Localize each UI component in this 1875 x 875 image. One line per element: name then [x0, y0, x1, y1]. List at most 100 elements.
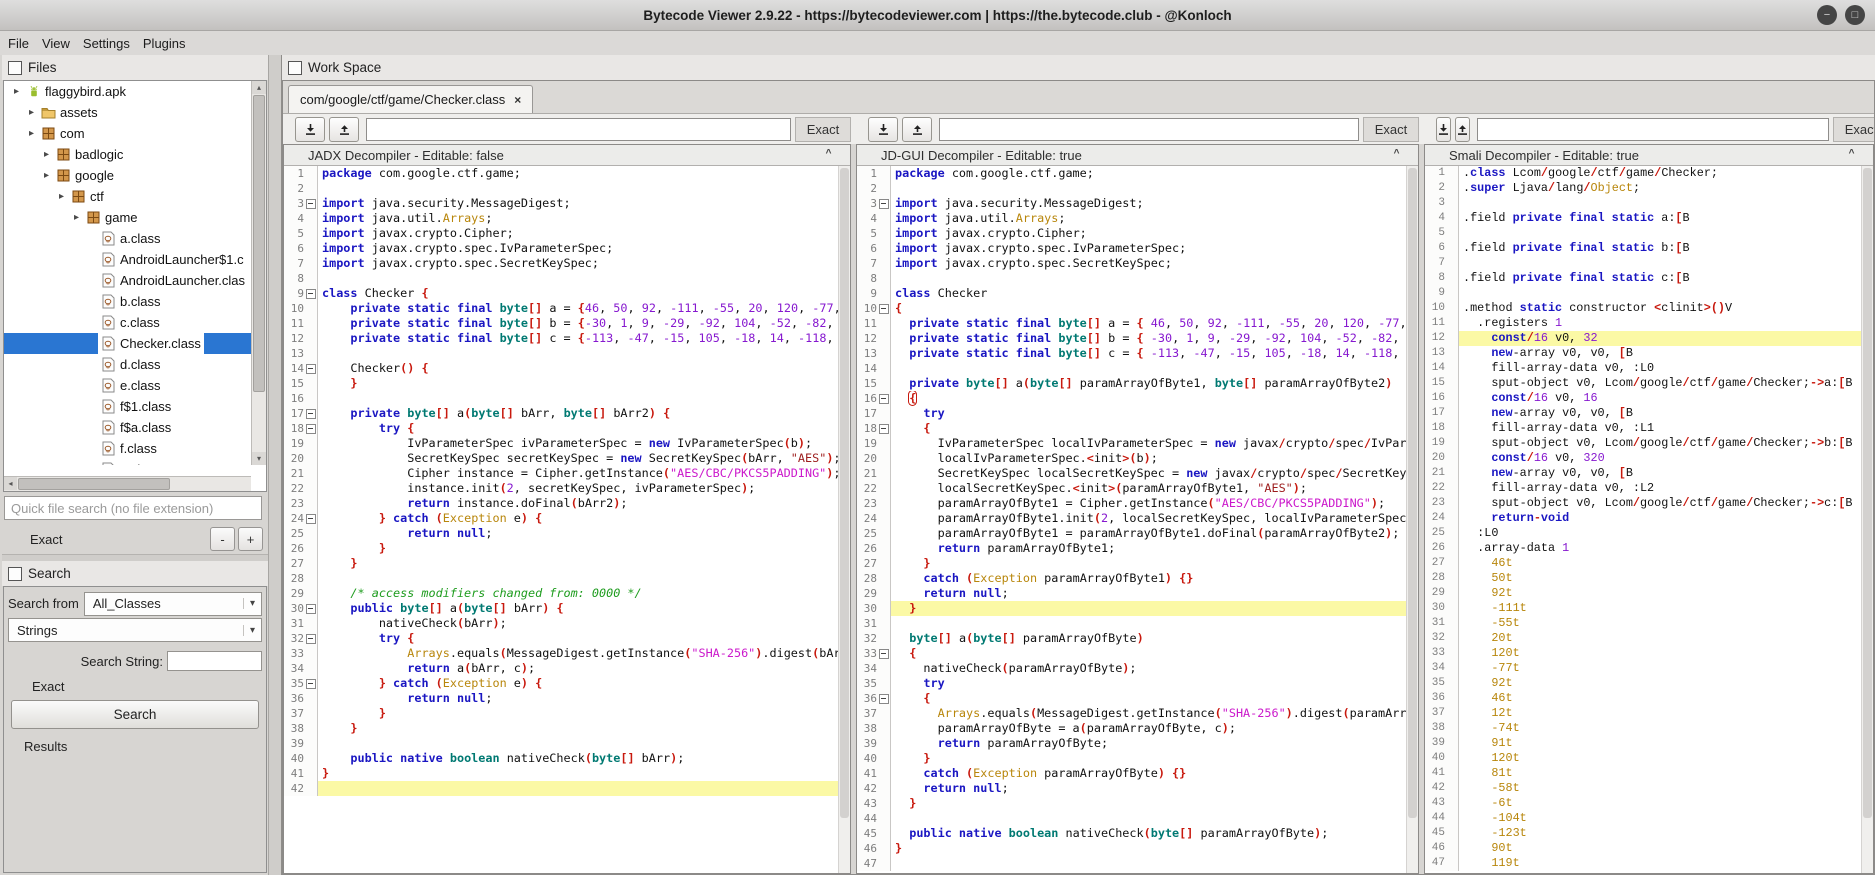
tree-item-flaggybird-apk[interactable]: ▸flaggybird.apk [4, 81, 251, 102]
line-number: 47 [857, 856, 879, 871]
open-file-button[interactable] [329, 117, 359, 142]
expand-arrow-icon[interactable]: ▸ [10, 86, 23, 97]
chevron-down-icon[interactable]: ▾ [243, 625, 261, 636]
fold-toggle-icon[interactable] [306, 421, 317, 436]
scrollbar-thumb[interactable] [253, 95, 265, 392]
collapse-pane-button[interactable]: ^ [1389, 148, 1404, 161]
search-exact-label[interactable]: Exact [32, 679, 65, 694]
pane-search-input[interactable] [939, 118, 1359, 141]
line-number: 21 [1425, 466, 1447, 481]
chevron-down-icon[interactable]: ▾ [243, 598, 261, 609]
tree-item-f-class[interactable]: f.class [4, 438, 251, 459]
tab-checker-class[interactable]: com/google/ctf/game/Checker.class × [288, 85, 533, 113]
tree-item-checker-class[interactable]: Checker.class [4, 333, 251, 354]
save-file-button[interactable] [1436, 117, 1451, 142]
menu-plugins[interactable]: Plugins [143, 34, 195, 53]
maximize-button[interactable]: □ [1845, 5, 1865, 25]
code-editor[interactable]: 1package com.google.ctf.game;23import ja… [857, 166, 1418, 873]
fold-toggle-icon[interactable] [879, 421, 890, 436]
scrollbar-thumb[interactable] [840, 168, 849, 818]
pane-vertical-scrollbar[interactable] [1861, 166, 1873, 873]
fold-toggle-icon[interactable] [306, 601, 317, 616]
tree-item-androidlauncher-clas[interactable]: AndroidLauncher.clas [4, 270, 251, 291]
panel-detach-icon[interactable] [8, 567, 22, 581]
sidebar-splitter[interactable] [268, 55, 282, 875]
expand-arrow-icon[interactable]: ▸ [70, 212, 83, 223]
pane-exact-label[interactable]: Exact [1833, 117, 1874, 142]
save-file-button[interactable] [295, 117, 325, 142]
tree-item-f-1-class[interactable]: f$1.class [4, 396, 251, 417]
fold-toggle-icon[interactable] [879, 301, 890, 316]
menu-view[interactable]: View [42, 34, 79, 53]
expand-arrow-icon[interactable]: ▸ [25, 128, 38, 139]
tree-item-g-class[interactable]: g.class [4, 459, 251, 465]
tree-item-badlogic[interactable]: ▸badlogic [4, 144, 251, 165]
scrollbar-thumb[interactable] [18, 478, 170, 490]
fold-toggle-icon[interactable] [306, 511, 317, 526]
font-increase-button[interactable]: + [238, 527, 263, 551]
fold-toggle-icon[interactable] [306, 631, 317, 646]
fold-toggle-icon[interactable] [306, 286, 317, 301]
minimize-button[interactable]: − [1817, 5, 1837, 25]
tree-item-b-class[interactable]: b.class [4, 291, 251, 312]
tree-vertical-scrollbar[interactable]: ▴ ▾ [251, 81, 266, 465]
pane-exact-label[interactable]: Exact [1363, 117, 1419, 142]
scroll-up-icon[interactable]: ▴ [252, 81, 266, 94]
fold-toggle-icon[interactable] [879, 691, 890, 706]
code-editor[interactable]: 1package com.google.ctf.game;23import ja… [284, 166, 850, 873]
tree-item-assets[interactable]: ▸assets [4, 102, 251, 123]
search-from-select[interactable]: All_Classes ▾ [84, 592, 262, 616]
font-decrease-button[interactable]: - [210, 527, 235, 551]
tree-item-game[interactable]: ▸game [4, 207, 251, 228]
tab-close-icon[interactable]: × [514, 93, 521, 107]
tree-item-google[interactable]: ▸ google [4, 165, 251, 186]
scroll-down-icon[interactable]: ▾ [252, 452, 266, 465]
menu-file[interactable]: File [8, 34, 38, 53]
tree-item-com[interactable]: ▸com [4, 123, 251, 144]
fold-toggle-icon[interactable] [306, 676, 317, 691]
tree-horizontal-scrollbar[interactable]: ◂ [4, 476, 251, 491]
tree-item-d-class[interactable]: d.class [4, 354, 251, 375]
code-editor[interactable]: 1.class Lcom/google/ctf/game/Checker;2.s… [1425, 166, 1873, 873]
tree-item-ctf[interactable]: ▸ctf [4, 186, 251, 207]
fold-toggle-icon[interactable] [306, 406, 317, 421]
fold-toggle-icon[interactable] [306, 196, 317, 211]
menu-settings[interactable]: Settings [83, 34, 139, 53]
open-file-button[interactable] [1455, 117, 1470, 142]
search-type-select[interactable]: Strings ▾ [8, 618, 262, 642]
quick-file-search-input[interactable] [4, 496, 262, 520]
expand-arrow-icon[interactable]: ▸ [40, 149, 53, 160]
fold-toggle-icon[interactable] [306, 361, 317, 376]
pane-search-input[interactable] [1477, 118, 1829, 141]
quick-search-exact-label[interactable]: Exact [30, 532, 210, 547]
tree-item-e-class[interactable]: e.class [4, 375, 251, 396]
fold-toggle-icon[interactable] [879, 646, 890, 661]
tree-item-f-a-class[interactable]: f$a.class [4, 417, 251, 438]
pane-vertical-scrollbar[interactable] [838, 166, 850, 873]
open-file-button[interactable] [902, 117, 932, 142]
scrollbar-thumb[interactable] [1408, 168, 1417, 818]
line-number-gutter: 2 [1425, 181, 1459, 196]
expand-arrow-icon[interactable]: ▸ [55, 191, 68, 202]
tree-item-a-class[interactable]: a.class [4, 228, 251, 249]
scrollbar-thumb[interactable] [1863, 168, 1872, 818]
collapse-pane-button[interactable]: ^ [1844, 148, 1859, 161]
panel-detach-icon[interactable] [8, 61, 22, 75]
panel-detach-icon[interactable] [288, 61, 302, 75]
tree-item-androidlauncher-1-c[interactable]: AndroidLauncher$1.c [4, 249, 251, 270]
pane-vertical-scrollbar[interactable] [1406, 166, 1418, 873]
pane-search-input[interactable] [366, 118, 791, 141]
fold-slot [879, 631, 890, 646]
tree-item-label: google [75, 168, 114, 183]
save-file-button[interactable] [868, 117, 898, 142]
search-button[interactable]: Search [11, 700, 259, 729]
expand-arrow-icon[interactable]: ▸ [25, 107, 38, 118]
fold-toggle-icon[interactable] [879, 391, 890, 406]
collapse-pane-button[interactable]: ^ [821, 148, 836, 161]
pane-exact-label[interactable]: Exact [795, 117, 851, 142]
search-string-input[interactable] [167, 651, 262, 671]
scroll-left-icon[interactable]: ◂ [4, 477, 17, 490]
tree-item-c-class[interactable]: c.class [4, 312, 251, 333]
fold-toggle-icon[interactable] [879, 196, 890, 211]
expand-arrow-icon[interactable]: ▸ [40, 170, 53, 181]
